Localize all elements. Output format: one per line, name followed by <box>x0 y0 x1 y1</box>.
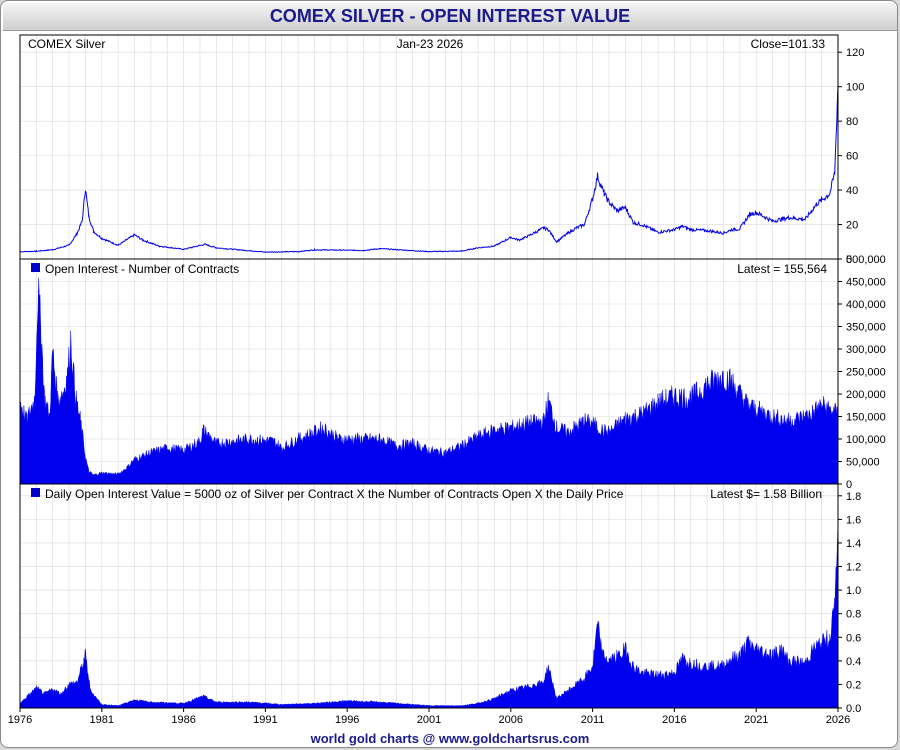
x-tick-label: 2016 <box>662 714 686 726</box>
y-tick-label: 100,000 <box>846 434 886 446</box>
oi-panel-latest: Latest = 155,564 <box>737 262 827 276</box>
y-tick-label: 100 <box>846 82 864 94</box>
y-tick-label: 0.2 <box>846 679 861 691</box>
y-tick-label: 1.0 <box>846 585 861 597</box>
x-tick-label: 2001 <box>417 714 441 726</box>
y-tick-label: 150,000 <box>846 412 886 424</box>
y-tick-label: 50,000 <box>846 457 880 469</box>
x-tick-label: 1976 <box>8 714 32 726</box>
footer-credit: world gold charts @ www.goldchartsrus.co… <box>310 731 590 746</box>
x-tick-label: 1996 <box>335 714 359 726</box>
value-panel-latest: Latest $= 1.58 Billion <box>710 487 822 501</box>
legend-square-oi <box>31 263 40 272</box>
x-tick-label: 2006 <box>499 714 523 726</box>
y-tick-label: 300,000 <box>846 344 886 356</box>
y-tick-label: 400,000 <box>846 299 886 311</box>
chart-svg: 020406080100120050,000100,000150,000200,… <box>8 34 886 726</box>
y-tick-label: 1.2 <box>846 562 861 574</box>
price-panel-close: Close=101.33 <box>751 37 826 51</box>
y-tick-label: 80 <box>846 116 858 128</box>
y-tick-label: 350,000 <box>846 322 886 334</box>
price-panel-label: COMEX Silver <box>28 37 105 51</box>
axis-layer: 020406080100120050,000100,000150,000200,… <box>8 47 886 726</box>
y-tick-label: 120 <box>846 47 864 59</box>
x-tick-label: 1986 <box>171 714 195 726</box>
y-tick-label: 1.4 <box>846 538 861 550</box>
x-tick-label: 1991 <box>253 714 277 726</box>
y-tick-label: 0.6 <box>846 632 861 644</box>
oi-panel-label: Open Interest - Number of Contracts <box>45 262 239 276</box>
y-tick-label: 1.8 <box>846 491 861 503</box>
y-tick-label: 450,000 <box>846 277 886 289</box>
price-panel-date: Jan-23 2026 <box>397 37 464 51</box>
x-tick-label: 2021 <box>744 714 768 726</box>
grid-layer <box>20 35 838 708</box>
x-tick-label: 1981 <box>90 714 114 726</box>
y-tick-label: 250,000 <box>846 367 886 379</box>
y-tick-label: 0.8 <box>846 609 861 621</box>
y-tick-label: 40 <box>846 185 858 197</box>
y-tick-label: 60 <box>846 151 858 163</box>
y-tick-label: 20 <box>846 220 858 232</box>
legend-square-value <box>31 488 40 497</box>
x-tick-label: 2026 <box>826 714 850 726</box>
y-tick-label: 0.4 <box>846 656 861 668</box>
x-tick-label: 2011 <box>581 714 605 726</box>
value-panel-label: Daily Open Interest Value = 5000 oz of S… <box>45 487 624 501</box>
y-tick-label: 1.6 <box>846 514 861 526</box>
y-tick-label: 200,000 <box>846 389 886 401</box>
y-tick-label: 500,000 <box>846 254 886 266</box>
y-tick-label: 0 <box>846 479 852 491</box>
